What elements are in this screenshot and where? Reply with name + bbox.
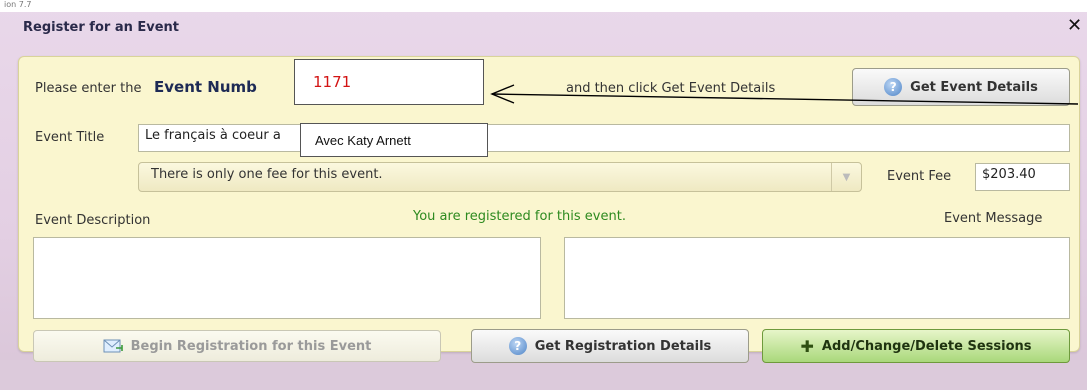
event-title-callout: Avec Katy Arnett xyxy=(300,123,488,157)
get-registration-details-label: Get Registration Details xyxy=(534,338,712,354)
dialog-title: Register for an Event xyxy=(23,20,180,35)
event-title-label: Event Title xyxy=(35,130,105,145)
event-number-value: 1171 xyxy=(313,73,352,91)
begin-registration-label: Begin Registration for this Event xyxy=(130,338,372,354)
add-change-delete-sessions-label: Add/Change/Delete Sessions xyxy=(821,338,1032,354)
prompt-suffix: and then click Get Event Details xyxy=(566,81,776,96)
corner-text: ion 7.7 xyxy=(4,0,32,9)
begin-registration-button[interactable]: Begin Registration for this Event xyxy=(33,330,441,362)
plus-icon: ✚ xyxy=(800,336,814,356)
event-title-callout-text: Avec Katy Arnett xyxy=(315,133,411,148)
get-event-details-label: Get Event Details xyxy=(910,79,1038,95)
event-description-label: Event Description xyxy=(35,213,151,228)
event-title-value: Le français à coeur a xyxy=(145,128,281,143)
event-number-label: Event Numb xyxy=(154,78,257,96)
top-strip xyxy=(0,0,1087,12)
help-icon: ? xyxy=(508,337,527,355)
background-image-strip xyxy=(0,360,1087,390)
get-event-details-button[interactable]: ? Get Event Details xyxy=(852,68,1070,106)
event-title-field[interactable]: Le français à coeur a xyxy=(138,124,1070,152)
envelope-icon xyxy=(103,339,123,353)
event-number-field[interactable]: 1171 xyxy=(294,59,484,105)
prompt-prefix: Please enter the xyxy=(35,81,142,96)
fee-dropdown-value: There is only one fee for this event. xyxy=(151,167,383,182)
fee-dropdown[interactable]: There is only one fee for this event. ▼ xyxy=(138,162,862,192)
get-registration-details-button[interactable]: ? Get Registration Details xyxy=(471,329,749,363)
close-icon[interactable]: ✕ xyxy=(1067,16,1082,36)
event-fee-field[interactable]: $203.40 xyxy=(975,163,1070,191)
event-fee-value: $203.40 xyxy=(982,167,1036,182)
event-message-label: Event Message xyxy=(944,211,1043,226)
add-change-delete-sessions-button[interactable]: ✚ Add/Change/Delete Sessions xyxy=(762,329,1070,363)
event-description-textarea[interactable] xyxy=(33,237,541,319)
status-message: You are registered for this event. xyxy=(413,209,626,224)
chevron-down-icon: ▼ xyxy=(831,163,861,191)
event-fee-label: Event Fee xyxy=(887,169,952,184)
event-message-textarea[interactable] xyxy=(564,237,1070,319)
help-icon: ? xyxy=(884,78,903,96)
